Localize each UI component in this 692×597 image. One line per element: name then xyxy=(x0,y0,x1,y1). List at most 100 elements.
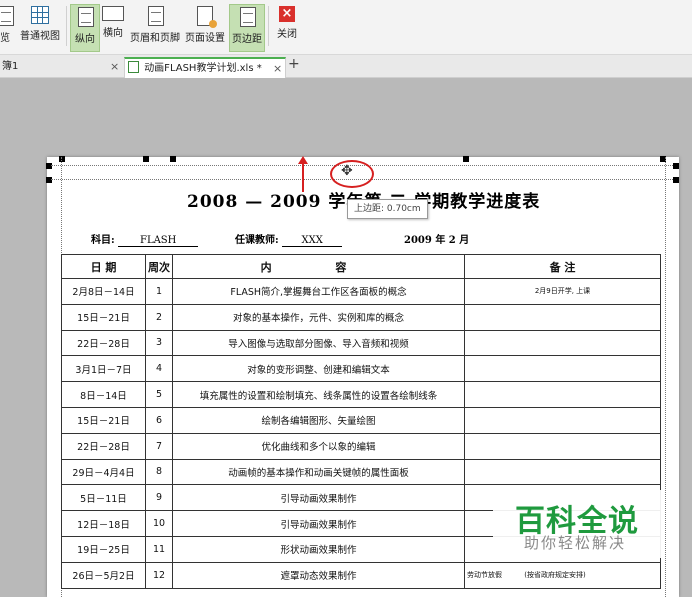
cell-week[interactable]: 1 xyxy=(145,278,173,305)
print-preview-ribbon: 览 普通视图 纵向 横向 页眉和页脚 页面设置 页边距 × 关闭 xyxy=(0,0,692,55)
page-setup-button[interactable]: 页面设置 xyxy=(184,4,226,50)
cell-date[interactable]: 19日－25日 xyxy=(61,535,146,563)
red-arrow-annotation xyxy=(298,156,308,192)
close-preview-button[interactable]: × 关闭 xyxy=(274,4,300,50)
cell-week[interactable]: 7 xyxy=(145,432,173,460)
cell-content[interactable]: 绘制各编辑图形、矢量绘图 xyxy=(172,406,465,434)
cell-note[interactable]: 劳动节放假 (按省政府规定安排) xyxy=(464,561,661,589)
cell-week[interactable]: 11 xyxy=(145,535,173,563)
cell-date[interactable]: 15日－21日 xyxy=(61,406,146,434)
portrait-label: 纵向 xyxy=(75,34,95,45)
cell-week[interactable]: 6 xyxy=(145,406,173,434)
cell-content[interactable]: 引导动画效果制作 xyxy=(172,510,465,537)
table-header-row: 日 期 周次 内 容 备 注 xyxy=(61,254,661,279)
teacher-line: 任课教师: XXX xyxy=(235,231,343,247)
sheet-date: 2009 年 2 月 xyxy=(404,235,470,246)
cell-week[interactable]: 2 xyxy=(145,303,173,331)
cell-week[interactable]: 8 xyxy=(145,458,173,486)
portrait-page-icon xyxy=(78,7,94,27)
cell-content[interactable]: 对象的基本操作，元件、实例和库的概念 xyxy=(172,303,465,331)
cell-content[interactable]: 对象的变形调整、创建和编辑文本 xyxy=(172,355,465,383)
margin-handle[interactable] xyxy=(673,163,679,169)
margin-handle[interactable] xyxy=(59,156,65,162)
teacher-value: XXX xyxy=(282,235,343,247)
margins-icon xyxy=(240,7,256,27)
cell-content[interactable]: 动画帧的基本操作和动画关键帧的属性面板 xyxy=(172,458,465,486)
subject-line: 科目: FLASH xyxy=(91,231,199,247)
close-icon: × xyxy=(279,6,295,22)
document-tab-bar: 簿1 × 动画FLASH教学计划.xls * × + xyxy=(0,55,692,78)
margin-handle[interactable] xyxy=(143,156,149,162)
preview-button[interactable]: 览 xyxy=(0,4,16,50)
cell-week[interactable]: 3 xyxy=(145,329,173,357)
subject-label: 科目: xyxy=(91,235,115,246)
tab-label: 动画FLASH教学计划.xls * xyxy=(144,63,262,74)
cell-week[interactable]: 12 xyxy=(145,561,173,589)
cell-date[interactable]: 12日－18日 xyxy=(61,510,146,537)
cell-date[interactable]: 15日－21日 xyxy=(61,303,146,331)
cell-note[interactable] xyxy=(464,329,661,357)
header-footer-label: 页眉和页脚 xyxy=(130,33,180,44)
move-cursor-icon: ✥ xyxy=(341,163,353,179)
cell-date[interactable]: 22日－28日 xyxy=(61,432,146,460)
cell-content[interactable]: 遮罩动态效果制作 xyxy=(172,561,465,589)
header-footer-button[interactable]: 页眉和页脚 xyxy=(129,4,181,50)
cell-date[interactable]: 26日－5月2日 xyxy=(61,561,146,589)
cell-content[interactable]: 形状动画效果制作 xyxy=(172,535,465,563)
margin-tooltip: 上边距: 0.70cm xyxy=(347,199,428,219)
margin-handle[interactable] xyxy=(46,163,52,169)
landscape-button[interactable]: 横向 xyxy=(100,4,126,50)
cell-date[interactable]: 5日－11日 xyxy=(61,484,146,512)
cell-date[interactable]: 2月8日－14日 xyxy=(61,278,146,305)
cell-note[interactable] xyxy=(464,458,661,486)
margin-handle[interactable] xyxy=(673,177,679,183)
cell-date[interactable]: 8日－14日 xyxy=(61,381,146,408)
watermark-sub: 助你轻松解决 xyxy=(524,534,627,552)
watermark: 百科全说 助你轻松解决 xyxy=(493,490,663,558)
table-row: 2月8日－14日 1 FLASH简介,掌握舞台工作区各面板的概念 2月9日开学, 上课 xyxy=(61,278,661,305)
cell-week[interactable]: 5 xyxy=(145,381,173,408)
preview-label: 览 xyxy=(0,33,10,44)
cell-content[interactable]: 优化曲线和多个以象的编辑 xyxy=(172,432,465,460)
table-row: 22日－28日 7 优化曲线和多个以象的编辑 xyxy=(61,432,661,460)
page-setup-icon xyxy=(197,6,217,28)
cell-date[interactable]: 3月1日－7日 xyxy=(61,355,146,383)
grid-icon xyxy=(31,6,49,24)
table-row: 15日－21日 6 绘制各编辑图形、矢量绘图 xyxy=(61,406,661,434)
page-setup-label: 页面设置 xyxy=(185,33,225,44)
header-footer-icon xyxy=(148,6,164,26)
table-row: 29日－4月4日 8 动画帧的基本操作和动画关键帧的属性面板 xyxy=(61,458,661,486)
cell-note[interactable] xyxy=(464,432,661,460)
cell-week[interactable]: 10 xyxy=(145,510,173,537)
cell-content[interactable]: FLASH简介,掌握舞台工作区各面板的概念 xyxy=(172,278,465,305)
margin-handle[interactable] xyxy=(463,156,469,162)
margins-label: 页边距 xyxy=(232,34,262,45)
new-tab-button[interactable]: + xyxy=(288,55,300,74)
portrait-button[interactable]: 纵向 xyxy=(70,4,100,52)
tab-close-icon[interactable]: × xyxy=(273,59,282,78)
cell-week[interactable]: 9 xyxy=(145,484,173,512)
cell-content[interactable]: 导入图像与选取部分图像、导入音频和视频 xyxy=(172,329,465,357)
cell-note[interactable]: 2月9日开学, 上课 xyxy=(464,278,661,305)
margin-handle[interactable] xyxy=(170,156,176,162)
tab-workbook1[interactable]: 簿1 × xyxy=(2,57,120,76)
landscape-page-icon xyxy=(102,6,124,21)
cell-note[interactable] xyxy=(464,355,661,383)
cell-week[interactable]: 4 xyxy=(145,355,173,383)
margin-handle[interactable] xyxy=(46,177,52,183)
table-row: 8日－14日 5 填充属性的设置和绘制填充、线条属性的设置各绘制线条 xyxy=(61,381,661,408)
tab-flash-plan[interactable]: 动画FLASH教学计划.xls * × xyxy=(124,57,286,78)
right-margin-line[interactable] xyxy=(665,157,666,597)
cell-content[interactable]: 引导动画效果制作 xyxy=(172,484,465,512)
cell-content[interactable]: 填充属性的设置和绘制填充、线条属性的设置各绘制线条 xyxy=(172,381,465,408)
cell-note[interactable] xyxy=(464,406,661,434)
tab-close-icon[interactable]: × xyxy=(110,57,119,76)
normal-view-button[interactable]: 普通视图 xyxy=(18,4,62,50)
table-row: 22日－28日 3 导入图像与选取部分图像、导入音频和视频 xyxy=(61,329,661,357)
header-date: 日 期 xyxy=(61,254,146,279)
cell-note[interactable] xyxy=(464,381,661,408)
cell-date[interactable]: 22日－28日 xyxy=(61,329,146,357)
margins-button[interactable]: 页边距 xyxy=(229,4,265,52)
cell-note[interactable] xyxy=(464,303,661,331)
cell-date[interactable]: 29日－4月4日 xyxy=(61,458,146,486)
